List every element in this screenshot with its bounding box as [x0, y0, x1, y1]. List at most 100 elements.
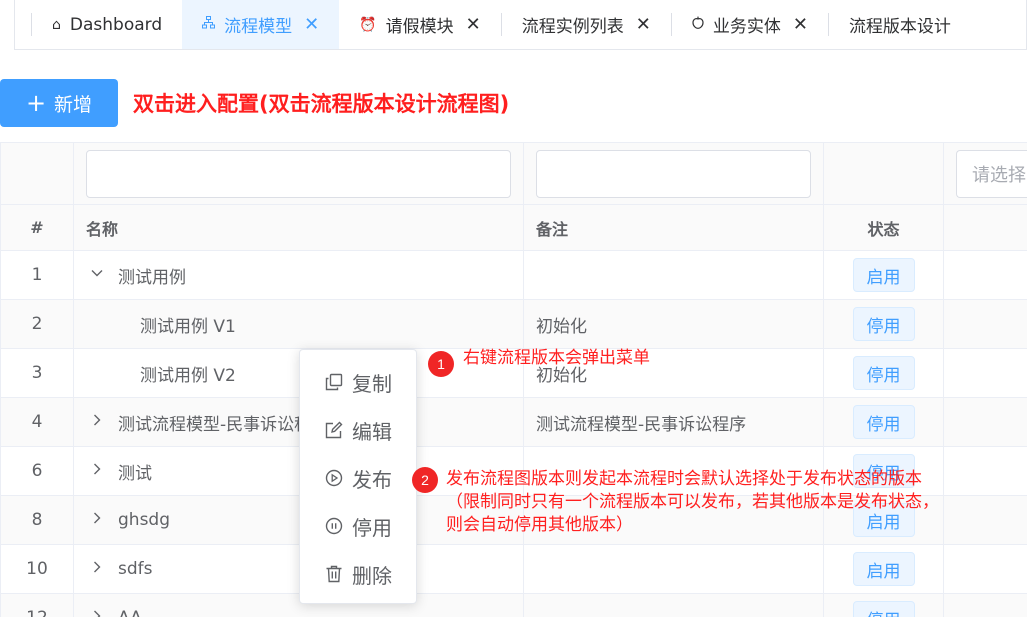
menu-item-label: 停用 — [352, 515, 392, 540]
row-name: sdfs — [118, 559, 153, 579]
row-index: 10 — [0, 545, 74, 593]
row-status-cell: 停用 — [824, 398, 944, 446]
menu-item-label: 删除 — [352, 563, 392, 588]
tab-version-design[interactable]: 流程版本设计 — [829, 0, 971, 49]
menu-item-label: 发布 — [352, 467, 392, 492]
row-extra — [944, 349, 1027, 397]
row-name: 测试流程模型-民事诉讼程序 — [118, 414, 329, 435]
close-icon[interactable]: ✕ — [793, 14, 808, 35]
row-status-cell: 停用 — [824, 594, 944, 617]
close-icon[interactable]: ✕ — [636, 14, 651, 35]
table-row[interactable]: 10 sdfs 启用 — [0, 545, 1027, 594]
row-extra — [944, 300, 1027, 348]
menu-item-label: 复制 — [352, 371, 392, 396]
filter-note-cell — [524, 143, 824, 204]
chevron-right-icon[interactable] — [90, 462, 108, 480]
chevron-right-icon[interactable] — [90, 511, 108, 529]
annotation-badge-2: 2 — [412, 467, 438, 493]
table-row[interactable]: 2 测试用例 V1 初始化 停用 — [0, 300, 1027, 349]
row-extra — [944, 251, 1027, 299]
filter-status-cell — [824, 143, 944, 204]
row-extra — [944, 594, 1027, 617]
filter-name-cell — [74, 143, 524, 204]
tab-label: 流程模型 — [224, 17, 293, 37]
alarm-clock-icon: ⏰ — [359, 16, 377, 33]
annotation-text-2-line1: 发布流程图版本则发起本流程时会默认选择处于发布状态的版本 — [446, 469, 922, 489]
row-index: 8 — [0, 496, 74, 544]
table-row[interactable]: 1 测试用例 启用 — [0, 251, 1027, 300]
pause-icon — [324, 516, 344, 536]
edit-icon — [324, 420, 344, 440]
annotation-text-2-line3: 则会自动停用其他版本） — [446, 515, 633, 535]
name-filter-input[interactable] — [86, 149, 511, 198]
header-name: 名称 — [74, 205, 524, 250]
status-tag[interactable]: 启用 — [852, 552, 915, 586]
tab-flow-model[interactable]: 流程模型 ✕ — [182, 0, 340, 49]
menu-item-publish[interactable]: 发布 — [300, 454, 416, 502]
table-row[interactable]: 12 AA 停用 — [0, 594, 1027, 617]
status-tag[interactable]: 停用 — [852, 356, 915, 390]
chevron-down-icon[interactable] — [90, 266, 108, 284]
close-icon[interactable]: ✕ — [304, 14, 319, 35]
tab-business-entity[interactable]: 业务实体 ✕ — [672, 0, 828, 49]
page-hint: 双击进入配置(双击流程版本设计流程图) — [133, 92, 510, 116]
status-tag[interactable]: 停用 — [852, 601, 915, 617]
tab-leave-module[interactable]: ⏰ 请假模块 ✕ — [339, 0, 501, 49]
row-extra — [944, 545, 1027, 593]
home-icon: ⌂ — [52, 16, 61, 33]
chevron-right-icon[interactable] — [90, 413, 108, 431]
row-extra — [944, 447, 1027, 495]
plus-icon: + — [25, 89, 47, 117]
annotation-text-2-line2: （限制同时只有一个流程版本可以发布，若其他版本是发布状态， — [446, 492, 939, 512]
trash-icon — [324, 564, 344, 584]
row-name: 测试用例 V1 — [74, 300, 524, 348]
tab-bar: ⌂ Dashboard 流程模型 ✕ ⏰ 请假模块 ✕ 流程实例列表 ✕ 业务实… — [14, 0, 1027, 50]
row-name: 测试 — [118, 463, 152, 484]
menu-item-edit[interactable]: 编辑 — [300, 406, 416, 454]
header-note: 备注 — [524, 205, 824, 250]
tab-dashboard[interactable]: ⌂ Dashboard — [32, 0, 182, 49]
annotation-text-1: 右键流程版本会弹出菜单 — [463, 348, 650, 368]
row-status-cell: 停用 — [824, 349, 944, 397]
row-index: 4 — [0, 398, 74, 446]
header-extra — [944, 205, 1027, 250]
close-icon[interactable]: ✕ — [466, 14, 481, 35]
status-tag[interactable]: 停用 — [852, 405, 915, 439]
row-index: 1 — [0, 251, 74, 299]
chevron-right-icon[interactable] — [90, 609, 108, 617]
menu-item-delete[interactable]: 删除 — [300, 550, 416, 598]
row-status-cell: 启用 — [824, 545, 944, 593]
filter-index-cell — [0, 143, 74, 204]
menu-item-disable[interactable]: 停用 — [300, 502, 416, 550]
status-select[interactable]: 请选择 — [956, 149, 1027, 198]
row-status-cell: 停用 — [824, 300, 944, 348]
tab-bar-lead — [15, 0, 31, 49]
tab-process-instances[interactable]: 流程实例列表 ✕ — [502, 0, 671, 49]
status-tag[interactable]: 停用 — [852, 307, 915, 341]
flow-model-table: 请选择 # 名称 备注 状态 1 测试用例 启用 2 测试用例 V1 初始化 停… — [0, 142, 1027, 617]
annotation-badge-1: 1 — [428, 351, 454, 377]
status-tag[interactable]: 启用 — [852, 258, 915, 292]
context-menu: 复制 编辑 发布 停用 删除 — [299, 349, 417, 604]
row-extra — [944, 398, 1027, 446]
header-status: 状态 — [824, 205, 944, 250]
header-index: # — [0, 205, 74, 250]
menu-item-copy[interactable]: 复制 — [300, 358, 416, 406]
table-row[interactable]: 4 测试流程模型-民事诉讼程序 测试流程模型-民事诉讼程序 停用 — [0, 398, 1027, 447]
filter-row: 请选择 — [0, 143, 1027, 205]
tab-label: 业务实体 — [712, 17, 781, 37]
row-index: 2 — [0, 300, 74, 348]
row-index: 6 — [0, 447, 74, 495]
tab-label: Dashboard — [69, 14, 163, 35]
table-header: # 名称 备注 状态 — [0, 205, 1027, 251]
chevron-right-icon[interactable] — [90, 560, 108, 578]
row-note — [524, 594, 824, 617]
apple-icon — [692, 16, 704, 33]
tab-label: 流程版本设计 — [848, 17, 951, 37]
row-index: 12 — [0, 594, 74, 617]
row-name-cell: 测试用例 — [74, 251, 524, 299]
row-index: 3 — [0, 349, 74, 397]
row-name: AA — [118, 608, 142, 617]
note-filter-input[interactable] — [536, 149, 811, 198]
add-button[interactable]: + 新增 — [0, 79, 118, 127]
